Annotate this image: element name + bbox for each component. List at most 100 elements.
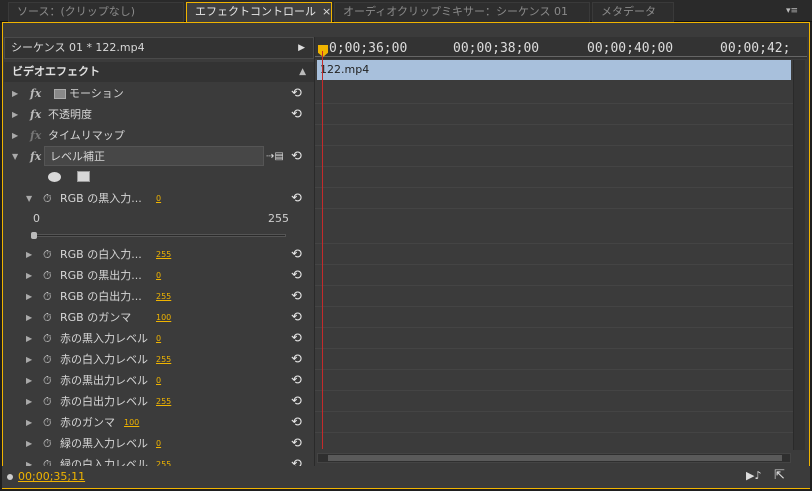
chevron-right-icon[interactable]: ▶ xyxy=(298,38,305,58)
current-timecode[interactable]: 00;00;35;11 xyxy=(18,470,85,483)
stopwatch-icon[interactable]: ⏱ xyxy=(43,307,52,328)
close-icon[interactable]: × xyxy=(322,5,331,18)
collapse-up-icon[interactable]: ▲ xyxy=(299,62,306,82)
reset-icon[interactable]: ⟲ xyxy=(291,391,302,412)
clip-bar[interactable]: 122.mp4 xyxy=(317,60,791,80)
property-row[interactable]: ▶ ⏱ 赤の黒出力レベル 0 ⟲ xyxy=(4,370,314,391)
property-value[interactable]: 255 xyxy=(156,391,171,412)
property-label: RGB の白出力... xyxy=(60,290,142,303)
ellipse-mask-icon[interactable] xyxy=(48,172,61,182)
expand-triangle-icon[interactable]: ▶ xyxy=(12,104,18,125)
collapse-triangle-icon[interactable]: ▼ xyxy=(12,146,18,167)
stopwatch-icon[interactable]: ⏱ xyxy=(43,328,52,349)
row-divider xyxy=(315,327,793,328)
property-row[interactable]: ▶ ⏱ 赤のガンマ 100 ⟲ xyxy=(4,412,314,433)
property-value[interactable]: 255 xyxy=(156,349,171,370)
fx-toggle-icon[interactable]: fx xyxy=(30,146,41,167)
expand-triangle-icon[interactable]: ▶ xyxy=(26,370,32,391)
row-divider xyxy=(315,369,793,370)
stopwatch-icon[interactable]: ⏱ xyxy=(43,370,52,391)
vertical-scrollbar[interactable] xyxy=(793,60,805,450)
effect-row-levels[interactable]: ▼ fx レベル補正 ⇢▤ ⟲ xyxy=(4,146,314,167)
reset-icon[interactable]: ⟲ xyxy=(291,370,302,391)
stopwatch-icon[interactable]: ⏱ xyxy=(43,188,52,209)
horizontal-scrollbar[interactable] xyxy=(317,453,791,463)
settings-dialog-icon[interactable]: ⇢▤ xyxy=(266,146,284,167)
property-row[interactable]: ▶ ⏱ 赤の白出力レベル 255 ⟲ xyxy=(4,391,314,412)
property-value[interactable]: 100 xyxy=(156,307,171,328)
expand-triangle-icon[interactable]: ▶ xyxy=(26,391,32,412)
value-slider-thumb[interactable] xyxy=(31,232,37,239)
effect-row-time-remap[interactable]: ▶ fx タイムリマップ xyxy=(4,125,314,146)
time-ruler[interactable]: 0;00;36;00 00;00;38;00 00;00;40;00 00;00… xyxy=(315,37,807,59)
stopwatch-icon[interactable]: ⏱ xyxy=(43,391,52,412)
expand-triangle-icon[interactable]: ▶ xyxy=(26,265,32,286)
panel-menu-icon[interactable]: ▾≡ xyxy=(780,4,804,18)
reset-icon[interactable]: ⟲ xyxy=(291,265,302,286)
stopwatch-icon[interactable]: ⏱ xyxy=(43,349,52,370)
scrollbar-thumb[interactable] xyxy=(328,455,782,461)
stopwatch-icon[interactable]: ⏱ xyxy=(43,412,52,433)
property-value[interactable]: 0 xyxy=(156,188,161,209)
expand-triangle-icon[interactable]: ▶ xyxy=(26,412,32,433)
sequence-clip-selector[interactable]: シーケンス 01 * 122.mp4 ▶ xyxy=(4,37,314,59)
clip-name: 122.mp4 xyxy=(320,63,370,76)
value-slider-track[interactable] xyxy=(33,234,286,237)
tab-audio-clip-mixer[interactable]: オーディオクリップミキサー：シーケンス 01 xyxy=(334,2,590,22)
property-row[interactable]: ▶ ⏱ RGB のガンマ 100 ⟲ xyxy=(4,307,314,328)
property-value[interactable]: 0 xyxy=(156,328,161,349)
reset-icon[interactable]: ⟲ xyxy=(291,104,302,125)
reset-icon[interactable]: ⟲ xyxy=(291,328,302,349)
reset-icon[interactable]: ⟲ xyxy=(291,349,302,370)
expand-triangle-icon[interactable]: ▶ xyxy=(26,286,32,307)
reset-icon[interactable]: ⟲ xyxy=(291,286,302,307)
effect-row-motion[interactable]: ▶ fx モーション ⟲ xyxy=(4,83,314,104)
property-row[interactable]: ▶ ⏱ RGB の黒出力... 0 ⟲ xyxy=(4,265,314,286)
tab-effect-controls[interactable]: エフェクトコントロール × xyxy=(186,2,332,22)
expand-triangle-icon[interactable]: ▶ xyxy=(26,349,32,370)
reset-icon[interactable]: ⟲ xyxy=(291,146,302,167)
property-row[interactable]: ▶ ⏱ RGB の白入力... 255 ⟲ xyxy=(4,244,314,265)
property-row[interactable]: ▼ ⏱ RGB の黒入力... 0 ⟲ xyxy=(4,188,314,209)
expand-triangle-icon[interactable]: ▶ xyxy=(26,433,32,454)
collapse-triangle-icon[interactable]: ▼ xyxy=(26,188,32,209)
tab-metadata-label: メタデータ xyxy=(601,5,656,18)
fx-toggle-icon[interactable]: fx xyxy=(30,83,41,104)
reset-icon[interactable]: ⟲ xyxy=(291,307,302,328)
stopwatch-icon[interactable]: ⏱ xyxy=(43,286,52,307)
reset-icon[interactable]: ⟲ xyxy=(291,188,302,209)
tab-metadata[interactable]: メタデータ xyxy=(592,2,674,22)
export-icon[interactable]: ⇱ xyxy=(774,468,785,483)
effect-row-opacity[interactable]: ▶ fx 不透明度 ⟲ xyxy=(4,104,314,125)
reset-icon[interactable]: ⟲ xyxy=(291,412,302,433)
row-divider xyxy=(315,348,793,349)
expand-triangle-icon[interactable]: ▶ xyxy=(12,83,18,104)
property-row[interactable]: ▶ ⏱ RGB の白出力... 255 ⟲ xyxy=(4,286,314,307)
property-value[interactable]: 0 xyxy=(156,265,161,286)
reset-icon[interactable]: ⟲ xyxy=(291,433,302,454)
property-row[interactable]: ▶ ⏱ 赤の黒入力レベル 0 ⟲ xyxy=(4,328,314,349)
transform-icon[interactable] xyxy=(54,89,66,99)
property-value[interactable]: 100 xyxy=(124,412,139,433)
property-label: 赤の白出力レベル xyxy=(60,395,148,408)
expand-triangle-icon[interactable]: ▶ xyxy=(26,328,32,349)
playhead-line[interactable] xyxy=(322,51,323,449)
property-value[interactable]: 0 xyxy=(156,433,161,454)
play-audio-icon[interactable]: ▶♪ xyxy=(746,469,761,482)
expand-triangle-icon[interactable]: ▶ xyxy=(26,244,32,265)
expand-triangle-icon[interactable]: ▶ xyxy=(26,307,32,328)
stopwatch-icon[interactable]: ⏱ xyxy=(43,244,52,265)
property-value[interactable]: 255 xyxy=(156,286,171,307)
reset-icon[interactable]: ⟲ xyxy=(291,83,302,104)
fx-toggle-icon[interactable]: fx xyxy=(30,104,41,125)
property-value[interactable]: 255 xyxy=(156,244,171,265)
property-row[interactable]: ▶ ⏱ 緑の黒入力レベル 0 ⟲ xyxy=(4,433,314,454)
stopwatch-icon[interactable]: ⏱ xyxy=(43,265,52,286)
stopwatch-icon[interactable]: ⏱ xyxy=(43,433,52,454)
rectangle-mask-icon[interactable] xyxy=(77,171,90,182)
tab-source[interactable]: ソース：(クリップなし) xyxy=(8,2,184,22)
reset-icon[interactable]: ⟲ xyxy=(291,244,302,265)
property-row[interactable]: ▶ ⏱ 赤の白入力レベル 255 ⟲ xyxy=(4,349,314,370)
expand-triangle-icon[interactable]: ▶ xyxy=(12,125,18,146)
property-value[interactable]: 0 xyxy=(156,370,161,391)
